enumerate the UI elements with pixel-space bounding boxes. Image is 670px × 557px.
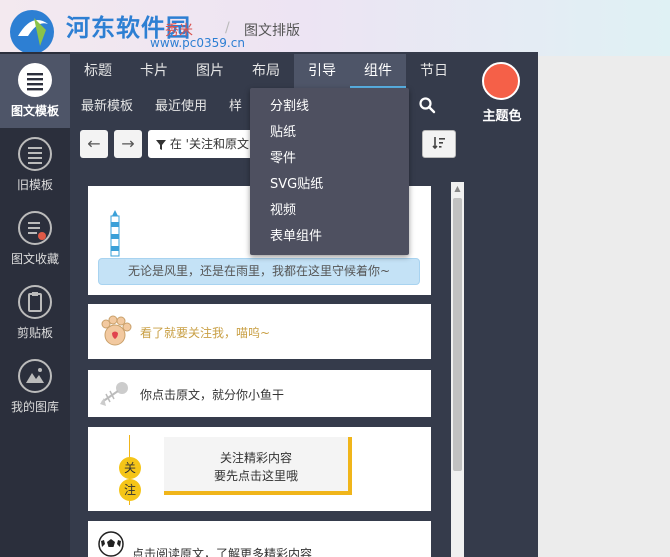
cat-paw-icon xyxy=(101,315,132,346)
menu-item-divider[interactable]: 分割线 xyxy=(250,94,409,120)
sidebar-item-gallery[interactable]: 我的图库 xyxy=(0,350,70,424)
tab-festival[interactable]: 节日 xyxy=(406,54,462,88)
sort-button[interactable] xyxy=(422,130,456,158)
filter-label: 在 '关注和原文 xyxy=(169,137,249,151)
canvas-area xyxy=(538,130,670,557)
filter-selector[interactable]: 在 '关注和原文 xyxy=(148,130,256,158)
menu-item-sticker[interactable]: 贴纸 xyxy=(250,120,409,146)
scrollbar-thumb[interactable] xyxy=(453,198,462,471)
arrow-left-icon: ← xyxy=(87,134,101,153)
tab-card[interactable]: 卡片 xyxy=(126,54,182,88)
template-card[interactable]: 关 注 关注精彩内容 要先点击这里哦 xyxy=(88,427,431,511)
sidebar-label: 图文模板 xyxy=(10,104,59,118)
card-caption: 你点击原文，就分你小鱼干 xyxy=(140,388,285,402)
arrow-right-icon: → xyxy=(121,134,135,153)
card-caption: 点击阅读原文，了解更多精彩内容 xyxy=(132,547,313,557)
tab-title[interactable]: 标题 xyxy=(70,54,126,88)
subtab-recent[interactable]: 最近使用 xyxy=(144,92,218,122)
sidebar-label: 我的图库 xyxy=(10,400,59,414)
template-card[interactable]: 看了就要关注我，喵呜~ xyxy=(88,304,431,359)
theme-color-label[interactable]: 主题色 xyxy=(472,105,532,124)
tab-layout[interactable]: 布局 xyxy=(238,54,294,88)
breadcrumb-current: 图文排版 xyxy=(244,23,300,39)
sidebar-label: 旧模板 xyxy=(16,178,53,192)
main-tabs: 标题 卡片 图片 布局 引导 组件 节日 xyxy=(70,54,462,88)
menu-item-form[interactable]: 表单组件 xyxy=(250,224,409,250)
sub-tabs: 最新模板 最近使用 样 xyxy=(70,92,253,122)
scroll-up-icon[interactable]: ▲ xyxy=(451,182,464,196)
subtab-latest[interactable]: 最新模板 xyxy=(70,92,144,122)
template-card[interactable]: 你点击原文，就分你小鱼干 xyxy=(88,370,431,417)
tab-component[interactable]: 组件 xyxy=(350,54,406,88)
fish-bone-icon xyxy=(100,382,128,406)
sidebar-item-old-templates[interactable]: 旧模板 xyxy=(0,128,70,202)
clipboard-icon xyxy=(18,285,52,319)
follow-dot: 关 xyxy=(119,457,141,479)
top-header: 河东软件园 www.pc0359.cn 秀米 / 图文排版 xyxy=(0,0,670,56)
subtab-style[interactable]: 样 xyxy=(218,92,253,122)
old-template-icon xyxy=(18,137,52,171)
tab-image[interactable]: 图片 xyxy=(182,54,238,88)
tab-guide[interactable]: 引导 xyxy=(294,54,350,88)
component-dropdown: 分割线 贴纸 零件 SVG贴纸 视频 表单组件 xyxy=(250,88,409,255)
template-card[interactable]: 点击阅读原文，了解更多精彩内容 xyxy=(88,521,431,557)
follow-line-1: 关注精彩内容 xyxy=(219,451,292,465)
follow-dot: 注 xyxy=(119,479,141,501)
sidebar-item-favorites[interactable]: 图文收藏 xyxy=(0,202,70,276)
follow-line-2: 要先点击这里哦 xyxy=(213,469,298,483)
sidebar-item-templates[interactable]: 图文模板 xyxy=(0,54,70,128)
breadcrumb-separator: / xyxy=(225,20,230,36)
sidebar-item-clipboard[interactable]: 剪贴板 xyxy=(0,276,70,350)
soccer-ball-icon xyxy=(98,531,124,557)
follow-box: 关注精彩内容 要先点击这里哦 xyxy=(164,437,352,495)
menu-item-parts[interactable]: 零件 xyxy=(250,146,409,172)
theme-color-swatch[interactable] xyxy=(482,62,520,100)
menu-item-svg-sticker[interactable]: SVG贴纸 xyxy=(250,172,409,198)
card-caption: 无论是风里，还是在雨里，我都在这里守候着你~ xyxy=(98,258,420,285)
forward-button[interactable]: → xyxy=(114,130,142,158)
menu-item-video[interactable]: 视频 xyxy=(250,198,409,224)
card-caption: 看了就要关注我，喵呜~ xyxy=(140,326,271,340)
left-sidebar: 图文模板 旧模板 图文收藏 剪贴板 我的图库 xyxy=(0,52,70,557)
sidebar-label: 图文收藏 xyxy=(10,252,59,266)
sidebar-label: 剪贴板 xyxy=(16,326,53,340)
list-icon xyxy=(18,63,52,97)
filter-icon xyxy=(156,140,166,150)
back-button[interactable]: ← xyxy=(80,130,108,158)
favorites-icon xyxy=(18,211,52,245)
gallery-icon xyxy=(18,359,52,393)
sort-icon xyxy=(432,137,445,150)
search-icon[interactable] xyxy=(418,96,436,114)
lighthouse-icon xyxy=(110,210,120,257)
site-logo-icon xyxy=(10,10,54,54)
breadcrumb-xiumi[interactable]: 秀米 xyxy=(165,20,193,40)
